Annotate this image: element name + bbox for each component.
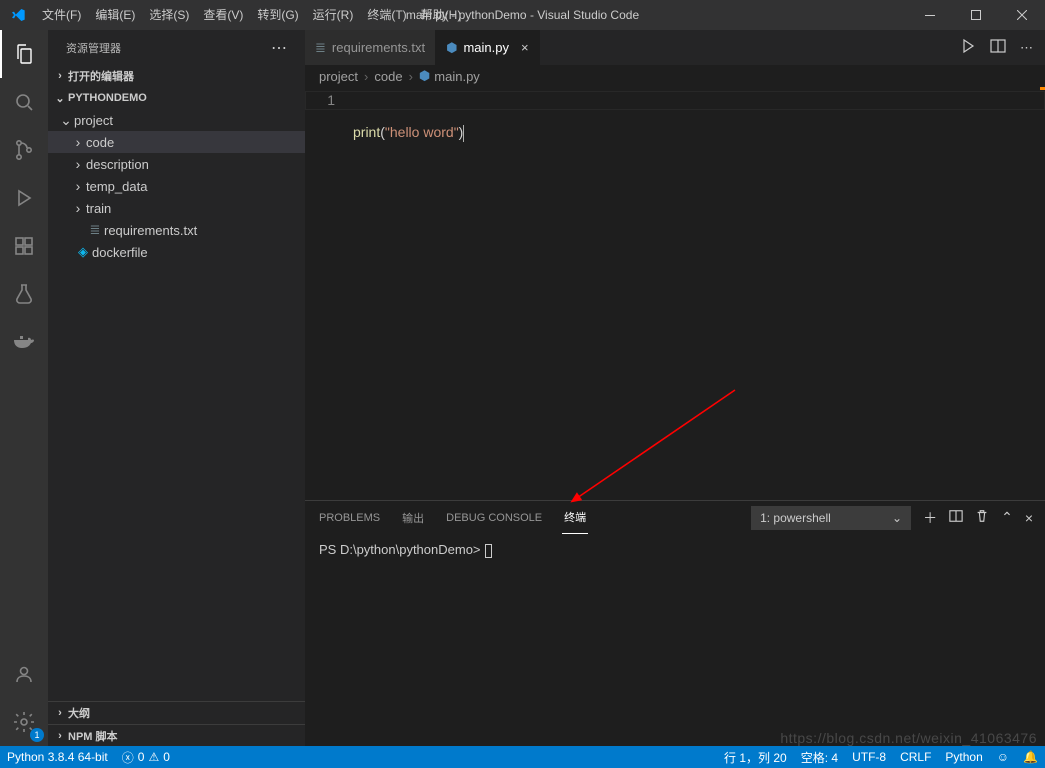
title-bar: 文件(F) 编辑(E) 选择(S) 查看(V) 转到(G) 运行(R) 终端(T… <box>0 0 1045 30</box>
activity-docker[interactable] <box>0 318 48 366</box>
menu-bar: 文件(F) 编辑(E) 选择(S) 查看(V) 转到(G) 运行(R) 终端(T… <box>35 0 468 30</box>
status-feedback-icon[interactable]: ☺ <box>990 746 1016 768</box>
tree-folder-project[interactable]: ⌄ project <box>48 109 305 131</box>
open-editors-label: 打开的编辑器 <box>68 68 134 84</box>
close-button[interactable] <box>999 0 1045 30</box>
window-controls <box>907 0 1045 30</box>
tree-file-dockerfile[interactable]: ◈ dockerfile <box>48 241 305 263</box>
maximize-button[interactable] <box>953 0 999 30</box>
project-root-label: PYTHONDEMO <box>68 92 147 104</box>
status-ln-col[interactable]: 行 1，列 20 <box>717 746 794 768</box>
minimize-button[interactable] <box>907 0 953 30</box>
split-editor-icon[interactable] <box>990 38 1006 57</box>
chevron-right-icon: › <box>362 69 370 84</box>
terminal-cursor <box>485 544 492 558</box>
close-tab-icon[interactable]: × <box>521 40 529 55</box>
vscode-icon <box>0 7 35 23</box>
chevron-down-icon: ⌄ <box>892 511 902 525</box>
activity-bar: 1 <box>0 30 48 746</box>
chevron-right-icon: › <box>52 70 68 82</box>
editor-group: ≣ requirements.txt ⬢ main.py × ⋯ project… <box>305 30 1045 746</box>
status-language[interactable]: Python <box>938 746 989 768</box>
status-indent[interactable]: 空格: 4 <box>794 746 845 768</box>
code-editor[interactable]: 1 print("hello word") <box>305 87 1045 500</box>
npm-scripts-section[interactable]: ›NPM 脚本 <box>48 724 305 746</box>
python-icon: ⬢ <box>446 40 457 56</box>
code-content: print("hello word") <box>353 87 464 500</box>
kill-terminal-icon[interactable] <box>975 509 989 526</box>
window-title: main.py - pythonDemo - Visual Studio Cod… <box>406 8 639 22</box>
tab-label: main.py <box>463 40 509 55</box>
terminal-selector[interactable]: 1: powershell ⌄ <box>751 506 911 530</box>
panel-tab-problems[interactable]: PROBLEMS <box>317 501 382 534</box>
activity-extensions[interactable] <box>0 222 48 270</box>
run-icon[interactable] <box>960 38 976 57</box>
panel-tab-output[interactable]: 输出 <box>400 501 426 534</box>
terminal-prompt: PS D:\python\pythonDemo> <box>319 542 481 557</box>
status-notifications-icon[interactable]: 🔔 <box>1016 746 1045 768</box>
breadcrumb-code[interactable]: code <box>374 69 402 84</box>
menu-go[interactable]: 转到(G) <box>250 0 305 30</box>
chevron-right-icon: › <box>407 69 415 84</box>
status-problems[interactable]: ⓧ0 ⚠0 <box>115 746 177 768</box>
project-root-section[interactable]: ⌄ PYTHONDEMO <box>48 87 305 109</box>
open-editors-section[interactable]: › 打开的编辑器 <box>48 65 305 87</box>
sidebar-title: 资源管理器 <box>66 40 121 56</box>
close-panel-icon[interactable]: × <box>1025 510 1033 526</box>
activity-run-debug[interactable] <box>0 174 48 222</box>
warning-icon: ⚠ <box>148 750 159 764</box>
menu-view[interactable]: 查看(V) <box>196 0 250 30</box>
activity-accounts[interactable] <box>0 650 48 698</box>
new-terminal-icon[interactable]: ＋ <box>923 508 937 528</box>
editor-tabs: ≣ requirements.txt ⬢ main.py × ⋯ <box>305 30 1045 65</box>
menu-file[interactable]: 文件(F) <box>35 0 88 30</box>
tree-folder-code[interactable]: › code <box>48 131 305 153</box>
line-number-gutter: 1 <box>305 87 353 500</box>
activity-search[interactable] <box>0 78 48 126</box>
tree-folder-description[interactable]: › description <box>48 153 305 175</box>
file-icon: ≣ <box>315 40 326 56</box>
menu-edit[interactable]: 编辑(E) <box>88 0 142 30</box>
tree-folder-train[interactable]: › train <box>48 197 305 219</box>
error-icon: ⓧ <box>122 749 134 766</box>
split-terminal-icon[interactable] <box>949 509 963 526</box>
status-python-interpreter[interactable]: Python 3.8.4 64-bit <box>0 746 115 768</box>
bottom-panel: PROBLEMS 输出 DEBUG CONSOLE 终端 1: powershe… <box>305 500 1045 746</box>
tree-folder-temp-data[interactable]: › temp_data <box>48 175 305 197</box>
tab-requirements[interactable]: ≣ requirements.txt <box>305 30 436 65</box>
activity-settings[interactable]: 1 <box>0 698 48 746</box>
python-icon: ⬢ <box>419 68 430 84</box>
explorer-sidebar: 资源管理器 ⋯ › 打开的编辑器 ⌄ PYTHONDEMO ⌄ project … <box>48 30 305 746</box>
panel-tab-debug-console[interactable]: DEBUG CONSOLE <box>444 501 544 534</box>
status-encoding[interactable]: UTF-8 <box>845 746 893 768</box>
activity-source-control[interactable] <box>0 126 48 174</box>
minimap[interactable] <box>965 87 1045 500</box>
chevron-down-icon: ⌄ <box>52 92 68 105</box>
status-bar: Python 3.8.4 64-bit ⓧ0 ⚠0 行 1，列 20 空格: 4… <box>0 746 1045 768</box>
terminal-content[interactable]: PS D:\python\pythonDemo> <box>305 534 1045 746</box>
tab-label: requirements.txt <box>332 40 425 55</box>
panel-tab-terminal[interactable]: 终端 <box>562 501 588 534</box>
activity-explorer[interactable] <box>0 30 48 78</box>
file-tree: ⌄ project › code › description › temp_da… <box>48 109 305 263</box>
sidebar-more-icon[interactable]: ⋯ <box>271 38 287 58</box>
activity-testing[interactable] <box>0 270 48 318</box>
maximize-panel-icon[interactable]: ⌃ <box>1001 509 1013 526</box>
tree-file-requirements[interactable]: ≣ requirements.txt <box>48 219 305 241</box>
file-icon: ≣ <box>86 222 104 238</box>
breadcrumb-main[interactable]: ⬢ main.py <box>419 68 480 84</box>
settings-badge: 1 <box>30 728 44 742</box>
breadcrumbs: project › code › ⬢ main.py <box>305 65 1045 87</box>
breadcrumb-project[interactable]: project <box>319 69 358 84</box>
docker-icon: ◈ <box>74 244 92 260</box>
outline-section[interactable]: ›大纲 <box>48 702 305 724</box>
menu-run[interactable]: 运行(R) <box>306 0 361 30</box>
tab-main-py[interactable]: ⬢ main.py × <box>436 30 539 65</box>
more-actions-icon[interactable]: ⋯ <box>1020 40 1033 56</box>
menu-select[interactable]: 选择(S) <box>142 0 196 30</box>
status-eol[interactable]: CRLF <box>893 746 938 768</box>
